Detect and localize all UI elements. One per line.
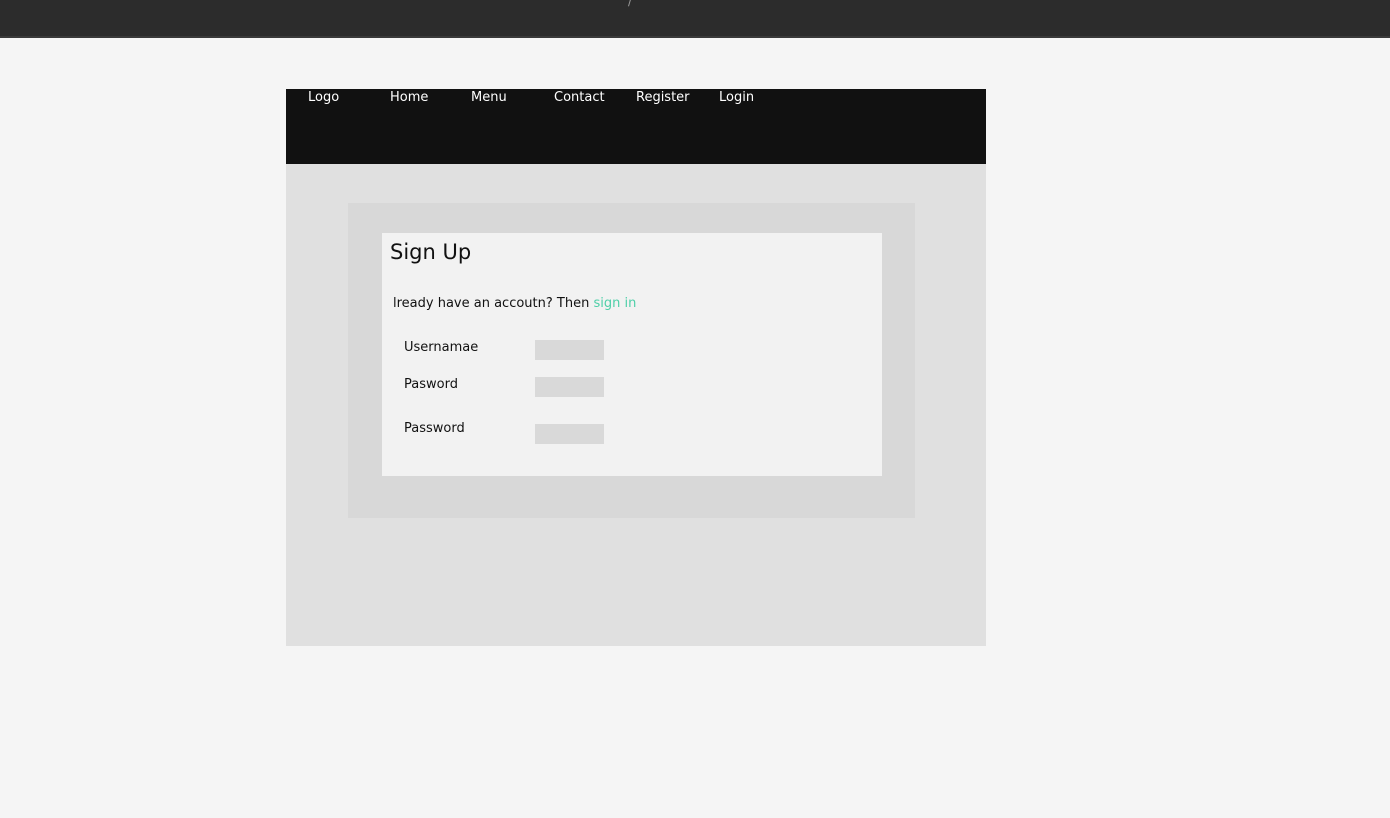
top-bar-mark: / xyxy=(628,0,633,8)
confirm-password-input[interactable] xyxy=(535,424,604,444)
nav-menu[interactable]: Menu xyxy=(471,90,507,106)
nav-contact[interactable]: Contact xyxy=(554,90,605,106)
nav-logo[interactable]: Logo xyxy=(308,90,339,106)
confirm-password-label: Password xyxy=(404,421,465,436)
password-input[interactable] xyxy=(535,377,604,397)
nav-home[interactable]: Home xyxy=(390,90,428,106)
password-label: Pasword xyxy=(404,377,458,392)
nav-register[interactable]: Register xyxy=(636,90,690,106)
signup-container: Sign Up lready have an accoutn? Then sig… xyxy=(348,203,915,518)
signin-prompt: lready have an accoutn? Then sign in xyxy=(393,296,636,311)
page-frame: Logo Home Menu Contact Register Login Si… xyxy=(286,89,986,646)
username-label: Usernamae xyxy=(404,340,479,355)
signup-title: Sign Up xyxy=(390,240,472,264)
signup-card: Sign Up lready have an accoutn? Then sig… xyxy=(382,233,882,476)
username-input[interactable] xyxy=(535,340,604,360)
navbar: Logo Home Menu Contact Register Login xyxy=(286,89,986,164)
editor-top-bar: / xyxy=(0,0,1390,38)
signin-link[interactable]: sign in xyxy=(593,296,636,311)
signin-prompt-text: lready have an accoutn? Then xyxy=(393,296,594,311)
nav-login[interactable]: Login xyxy=(719,90,754,106)
